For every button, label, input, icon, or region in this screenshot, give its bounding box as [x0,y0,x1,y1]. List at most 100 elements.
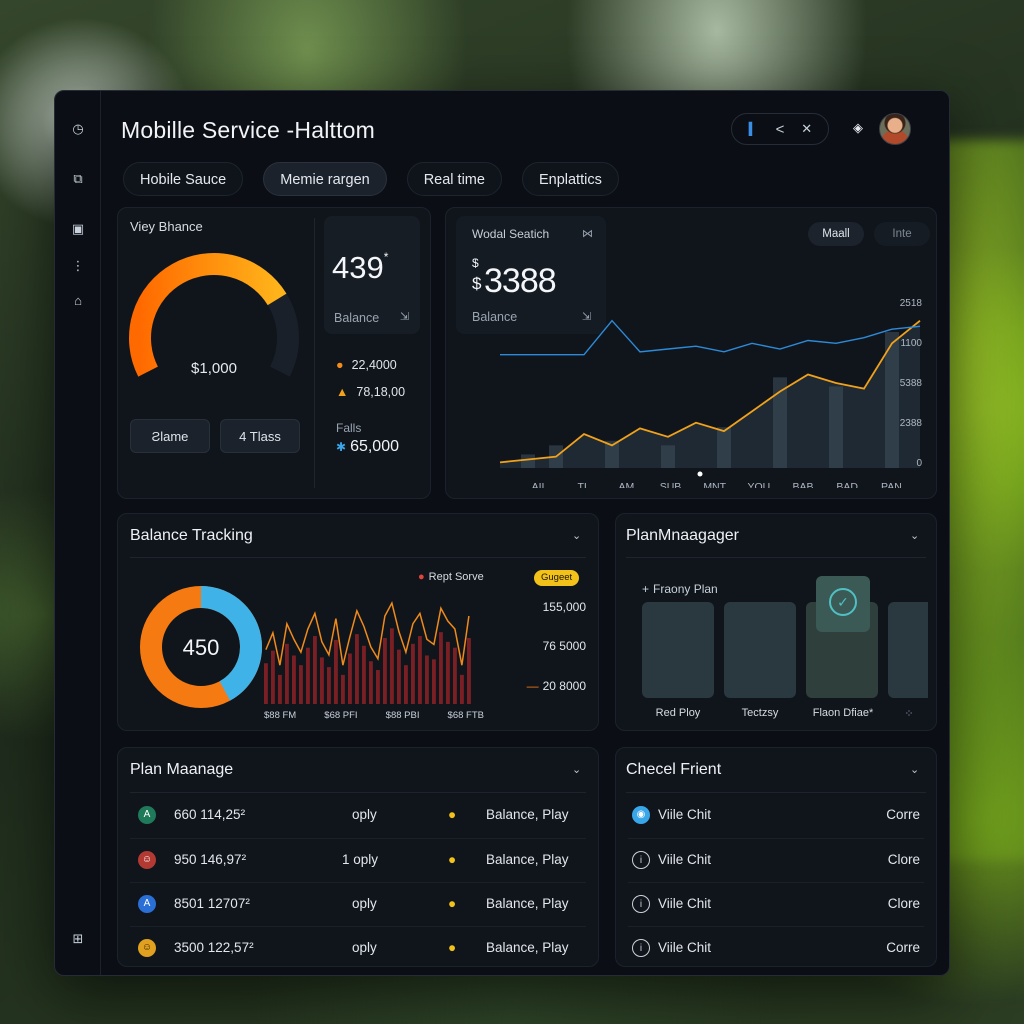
close-button[interactable]: ✕ [797,121,817,137]
chart-bar [411,643,415,704]
list-item[interactable]: i Viile Chit Corre [628,926,924,970]
item-action[interactable]: Clore [888,852,920,867]
balance-summary: 439* Balance ⇲ [324,216,420,334]
toggle-inte[interactable]: Inte [874,222,930,246]
expand-icon[interactable]: ⇲ [400,310,409,323]
chart-icon[interactable]: ⧉ [68,169,88,189]
donut-center-value: 450 [183,635,220,660]
page-title: Mobille Service -Halttom [121,117,376,143]
check-icon: ✓ [829,588,857,616]
row-mid: oply [352,896,377,911]
plus-icon: + [642,582,650,596]
y-labels: 155,000 76 5000 —20 8000 [496,514,586,732]
x-tick-label: MNT [703,481,726,488]
chart-bar [313,636,317,704]
chart-bar [320,657,324,704]
plan-manage-card: Plan Maanage ⌄ A 660 114,25² oply ● Bala… [117,747,599,967]
chart-bar [404,665,408,704]
legend-dot-icon: ● [336,358,344,372]
list-item[interactable]: i Viile Chit Clore [628,838,924,882]
status-dot-icon: ● [448,852,457,867]
table-row[interactable]: ☺ 950 146,97² 1 oply ● Balance, Play [130,838,586,882]
tab-real-time[interactable]: Real time [406,162,502,196]
plan-tile-4[interactable] [888,602,928,698]
chart-bar [306,647,310,704]
info-icon: ◉ [632,806,650,824]
balance-tracking-title: Balance Tracking [130,527,253,544]
avatar: A [138,806,156,824]
sidebar: ◷ ⧉ ▣ ⋮ ⌂ ⊞ [55,91,101,975]
series-line [265,600,470,666]
window-controls: ▍ < ✕ [731,113,829,145]
x-label: $88 FM [264,710,297,721]
balance-tracking-card: Balance Tracking ⌄ ● Rept Sorve Gugeet 45… [117,513,599,731]
card-divider [130,792,586,793]
chart-bar [390,628,394,704]
chart-bar [383,638,387,704]
x-tick-label: YOU [747,481,770,488]
plan-tile-2[interactable] [724,602,796,698]
apps-grid-icon[interactable]: ◈ [853,120,863,136]
chart-bar [334,639,338,704]
toggle-mall[interactable]: Maall [808,222,864,246]
list-item[interactable]: ◉ Viile Chit Corre [628,794,924,838]
wallet-icon[interactable]: ▣ [68,219,88,239]
chart-bar [425,655,429,704]
chart-bar [418,636,422,704]
balance-label: Balance [334,311,380,325]
table-row[interactable]: A 8501 12707² oply ● Balance, Play [130,882,586,926]
collapse-icon[interactable]: ⋈ [582,227,593,240]
search-label: Wodal Seatich [472,227,550,241]
bar-x-labels: $88 FM $68 PFI $88 PBI $68 FTB [264,710,484,721]
plan-tile-1[interactable] [642,602,714,698]
table-row[interactable]: ☺ 3500 122,57² oply ● Balance, Play [130,926,586,970]
chart-bar [376,670,380,704]
item-action[interactable]: Corre [886,940,920,955]
chat-friend-card: Checel Frient ⌄ ◉ Viile Chit Corre i Vii… [615,747,937,967]
x-tick-label: PAN [881,481,902,488]
gauge-divider [314,218,315,488]
legend-dot-icon: ▲ [336,385,349,399]
chart-bar [362,645,366,704]
chart-bar [341,674,345,704]
legend-item-2: ▲ 78,18,00 [336,385,406,399]
chart-bar [453,647,457,704]
balance-big-value: 439* [332,250,389,285]
chevron-down-icon[interactable]: ⌄ [910,763,919,776]
user-avatar[interactable] [879,113,911,145]
selected-plan-marker[interactable]: ✓ [816,576,870,632]
more-icon[interactable]: ⋮ [68,256,88,276]
clock-icon[interactable]: ◷ [68,119,88,139]
plan-manager-card: PlanMnaagager ⌄ + Fraony Plan ✓ Red Ploy … [615,513,937,731]
item-label: Viile Chit [658,807,712,822]
gauge-label: Viey Bhance [130,219,203,234]
avatar: A [138,895,156,913]
row-id: 950 146,97² [174,852,247,867]
x-tick-label: BAD [836,481,858,488]
item-action[interactable]: Clore [888,896,920,911]
home-icon[interactable]: ⌂ [68,291,88,311]
chart-bar [327,667,331,704]
gauge-card: Viey Bhance $1,000 439* Balance ⇲ ● 22,40… [117,207,431,499]
tasks-button[interactable]: 4 Tlass [220,419,300,453]
tab-enplattics[interactable]: Enplattics [521,162,619,196]
chart-cursor-dot[interactable] [697,471,703,477]
chevron-down-icon[interactable]: ⌄ [572,763,581,776]
chart-bar [432,659,436,704]
y-tick-label: 2388 [900,418,923,429]
signal-icon[interactable]: ▍ [743,122,763,136]
item-action[interactable]: Corre [886,807,920,822]
row-id: 3500 122,57² [174,940,254,955]
name-button[interactable]: Ƨlame [130,419,210,453]
series-line [500,319,921,356]
settings-icon[interactable]: ⊞ [68,929,88,949]
plan-manage-title: Plan Maanage [130,761,234,778]
tab-hobile-sauce[interactable]: Hobile Sauce [123,162,244,196]
tab-memie-rargen[interactable]: Memie rargen [263,162,387,196]
back-button[interactable]: < [770,121,790,138]
list-item[interactable]: i Viile Chit Clore [628,882,924,926]
x-label: $88 PBI [385,710,420,721]
chat-friend-title: Checel Frient [626,761,722,778]
table-row[interactable]: A 660 114,25² oply ● Balance, Play [130,794,586,838]
chevron-down-icon[interactable]: ⌄ [910,529,919,542]
